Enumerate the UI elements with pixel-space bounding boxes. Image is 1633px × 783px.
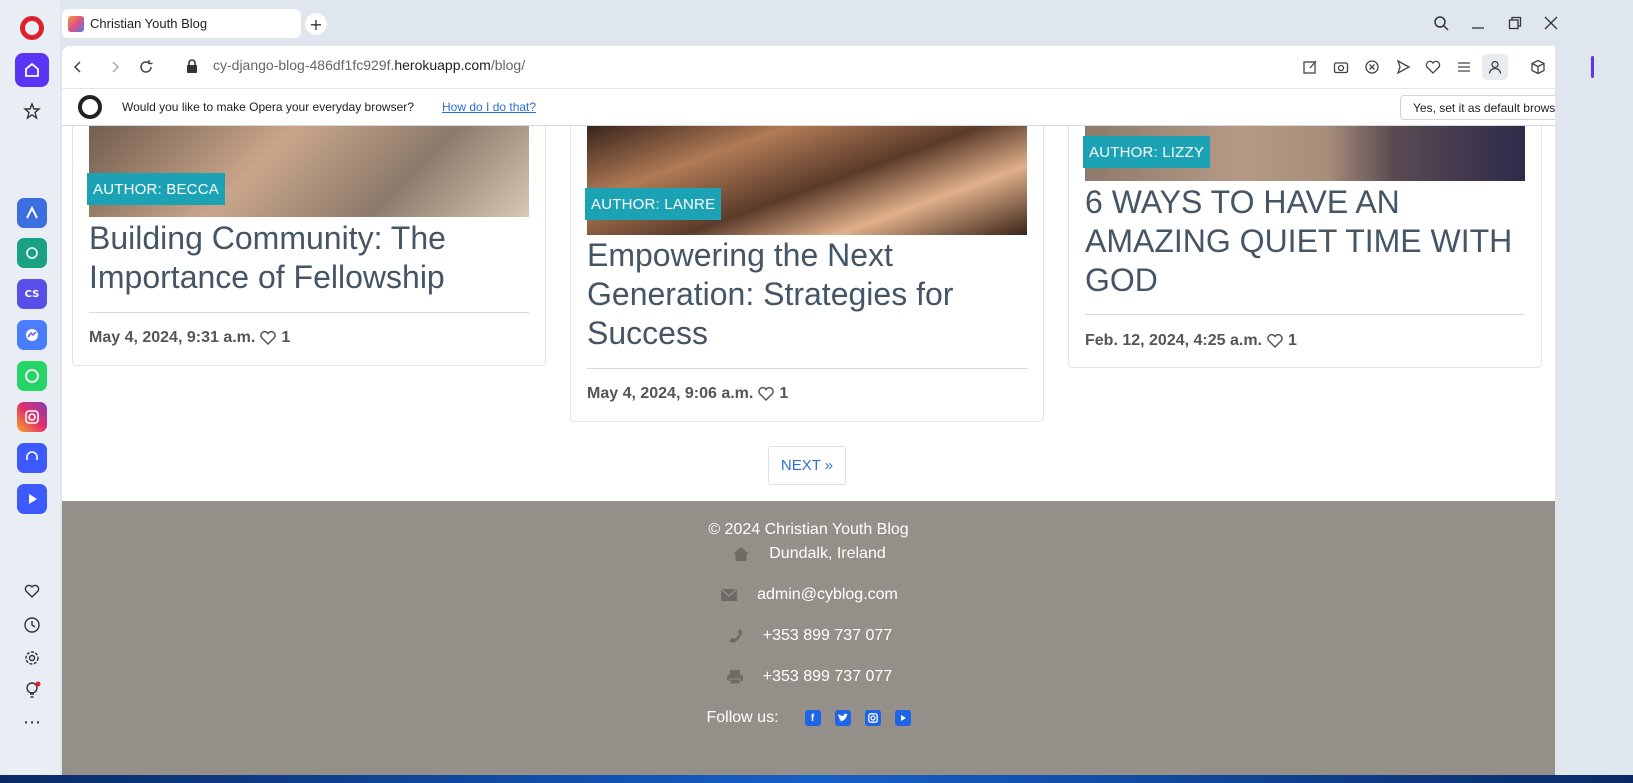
footer-copyright: © 2024 Christian Youth Blog: [62, 521, 1555, 539]
fax-text: +353 899 737 077: [762, 668, 893, 685]
post-date: May 4, 2024, 9:31 a.m.: [89, 329, 256, 346]
address-bar: cy-django-blog-486df1fc929f.herokuapp.co…: [62, 46, 1633, 88]
next-page-button[interactable]: NEXT »: [768, 446, 846, 485]
heart-icon[interactable]: [20, 579, 44, 603]
set-default-button[interactable]: Yes, set it as default browser: [1400, 95, 1579, 120]
lock-icon: [187, 59, 197, 73]
like-heart-icon[interactable]: [259, 330, 277, 346]
chatgpt-icon[interactable]: [17, 238, 47, 268]
how-to-link[interactable]: How do I do that?: [442, 100, 536, 114]
default-browser-message: Would you like to make Opera your everyd…: [122, 100, 414, 114]
like-count: 1: [281, 329, 291, 346]
restore-icon[interactable]: [1501, 10, 1529, 36]
history-clock-icon[interactable]: [20, 613, 44, 637]
extensions-cube-icon[interactable]: [1528, 57, 1548, 77]
instagram-icon[interactable]: [17, 402, 47, 432]
like-count: 1: [779, 385, 789, 402]
footer-email: admin@cyblog.com: [62, 586, 1555, 604]
tab-strip: Christian Youth Blog +: [60, 0, 1633, 46]
home-address-icon: [731, 545, 751, 563]
post-meta: Feb. 12, 2024, 4:25 a.m. 1: [1085, 332, 1297, 350]
sidebar-indicator: [1591, 56, 1594, 78]
opera-o-icon: [78, 95, 102, 119]
like-count: 1: [1288, 332, 1297, 349]
site-favicon-icon: [68, 15, 84, 32]
page-viewport: AUTHOR: BECCA Building Community: The Im…: [62, 126, 1617, 775]
whatsapp-icon[interactable]: [17, 361, 47, 391]
opera-sidebar: CS ⋯: [0, 0, 60, 783]
twitter-icon[interactable]: [834, 710, 851, 726]
post-date: Feb. 12, 2024, 4:25 a.m.: [1085, 332, 1262, 349]
author-badge: AUTHOR: LIZZY: [1083, 136, 1211, 168]
minimize-icon[interactable]: [1464, 10, 1492, 36]
envelope-icon: [719, 586, 739, 604]
instagram-social-icon[interactable]: [864, 710, 881, 726]
snapshot-camera-icon[interactable]: [1331, 57, 1351, 77]
browser-right-edge: [1555, 46, 1633, 783]
easy-setup-icon[interactable]: [1454, 57, 1474, 77]
footer-phone: +353 899 737 077: [62, 627, 1555, 645]
post-date: May 4, 2024, 9:06 a.m.: [587, 385, 754, 402]
messenger-icon[interactable]: [17, 320, 47, 350]
post-title[interactable]: Empowering the Next Generation: Strategi…: [587, 236, 1027, 353]
aria-app-icon[interactable]: [17, 198, 47, 228]
site-footer: © 2024 Christian Youth Blog Dundalk, Ire…: [62, 501, 1555, 775]
phone-text: +353 899 737 077: [762, 627, 893, 644]
bookmark-heart-icon[interactable]: [1423, 57, 1443, 77]
post-title[interactable]: 6 WAYS TO HAVE AN AMAZING QUIET TIME WIT…: [1085, 183, 1525, 300]
post-meta: May 4, 2024, 9:31 a.m. 1: [89, 329, 290, 347]
author-badge: AUTHOR: LANRE: [585, 188, 722, 220]
url-field[interactable]: cy-django-blog-486df1fc929f.herokuapp.co…: [213, 57, 525, 73]
tab-christian-youth-blog[interactable]: Christian Youth Blog: [62, 9, 301, 38]
footer-social: Follow us: f: [62, 709, 1555, 727]
post-card[interactable]: AUTHOR: LANRE Empowering the Next Genera…: [570, 126, 1044, 422]
opera-logo-icon[interactable]: [20, 16, 44, 40]
url-path: /blog/: [490, 57, 526, 73]
follow-label: Follow us:: [706, 709, 779, 726]
edit-page-icon[interactable]: [1300, 57, 1320, 77]
card-divider: [1085, 314, 1525, 315]
cs-app-icon[interactable]: CS: [17, 279, 47, 309]
search-tabs-icon[interactable]: [1427, 10, 1455, 36]
profile-icon[interactable]: [1482, 54, 1508, 80]
tips-lightbulb-icon[interactable]: [20, 678, 44, 702]
post-card[interactable]: AUTHOR: LIZZY 6 WAYS TO HAVE AN AMAZING …: [1068, 126, 1542, 368]
like-heart-icon[interactable]: [757, 386, 775, 402]
phone-icon: [725, 627, 745, 645]
bookmarks-star-icon[interactable]: [20, 99, 44, 123]
ad-blocker-icon[interactable]: [1362, 57, 1382, 77]
new-tab-button[interactable]: +: [305, 13, 327, 35]
tab-title: Christian Youth Blog: [90, 16, 208, 31]
windows-taskbar: [0, 775, 1633, 783]
settings-gear-icon[interactable]: [20, 646, 44, 670]
post-card[interactable]: AUTHOR: BECCA Building Community: The Im…: [72, 126, 546, 366]
facebook-icon[interactable]: f: [804, 710, 821, 726]
card-divider: [587, 368, 1027, 369]
copyright-text: © 2024 Christian Youth Blog: [708, 521, 909, 538]
player-icon[interactable]: [17, 484, 47, 514]
printer-icon: [725, 668, 745, 686]
post-title[interactable]: Building Community: The Importance of Fe…: [89, 219, 529, 297]
email-link[interactable]: admin@cyblog.com: [757, 586, 898, 604]
more-options-icon[interactable]: ⋯: [20, 710, 44, 734]
post-meta: May 4, 2024, 9:06 a.m. 1: [587, 385, 788, 403]
send-flow-icon[interactable]: [1393, 57, 1413, 77]
default-browser-bar: Would you like to make Opera your everyd…: [62, 88, 1633, 126]
url-host: herokuapp.com: [394, 57, 491, 73]
reload-icon[interactable]: [134, 55, 158, 79]
like-heart-icon[interactable]: [1266, 333, 1284, 349]
back-icon[interactable]: [66, 55, 90, 79]
close-window-icon[interactable]: [1537, 10, 1565, 36]
url-prefix: cy-django-blog-486df1fc929f.: [213, 57, 395, 73]
footer-fax: +353 899 737 077: [62, 668, 1555, 686]
youtube-icon[interactable]: [894, 710, 911, 726]
music-player-icon[interactable]: [17, 443, 47, 473]
address-text: Dundalk, Ireland: [769, 545, 886, 562]
card-divider: [89, 312, 529, 313]
social-links: f: [804, 710, 911, 726]
footer-address: Dundalk, Ireland: [62, 545, 1555, 563]
author-badge: AUTHOR: BECCA: [87, 173, 225, 205]
forward-icon[interactable]: [103, 55, 127, 79]
home-icon[interactable]: [15, 53, 49, 87]
